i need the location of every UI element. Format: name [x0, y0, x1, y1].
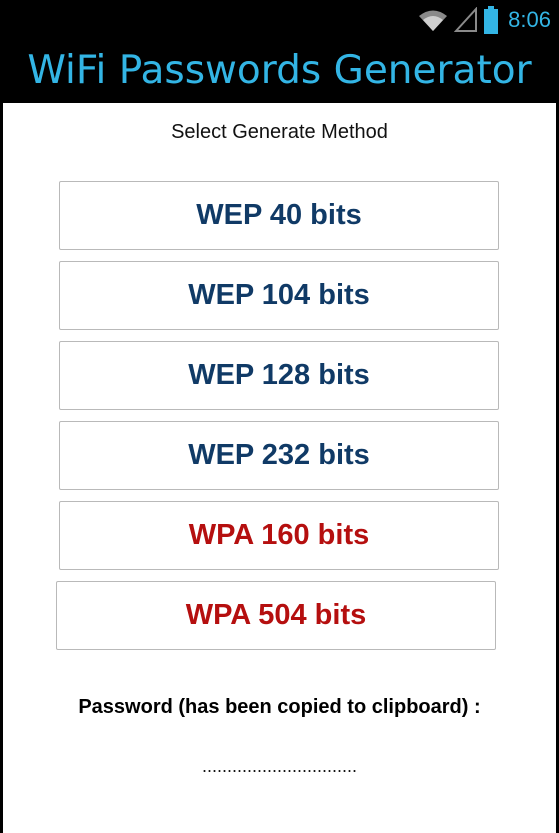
wep-232-button[interactable]: WEP 232 bits	[59, 421, 499, 490]
password-output[interactable]: ...............................	[3, 756, 556, 777]
cell-signal-icon	[454, 7, 478, 33]
wpa-504-button[interactable]: WPA 504 bits	[56, 581, 496, 650]
wpa-160-button[interactable]: WPA 160 bits	[59, 501, 499, 570]
status-clock: 8:06	[508, 7, 551, 32]
password-label: Password (has been copied to clipboard) …	[78, 696, 481, 718]
wep-128-button[interactable]: WEP 128 bits	[59, 341, 499, 410]
wifi-icon	[418, 8, 448, 32]
battery-icon	[484, 6, 499, 34]
select-method-label: Select Generate Method	[171, 121, 388, 143]
action-bar: WiFi Passwords Generator	[0, 40, 559, 103]
wep-40-button[interactable]: WEP 40 bits	[59, 181, 499, 250]
status-bar: 8:06	[0, 0, 559, 40]
app-title: WiFi Passwords Generator	[27, 48, 532, 93]
status-icons: 8:06	[418, 5, 551, 35]
main-content: Select Generate Method WEP 40 bits WEP 1…	[3, 103, 556, 833]
wep-104-button[interactable]: WEP 104 bits	[59, 261, 499, 330]
